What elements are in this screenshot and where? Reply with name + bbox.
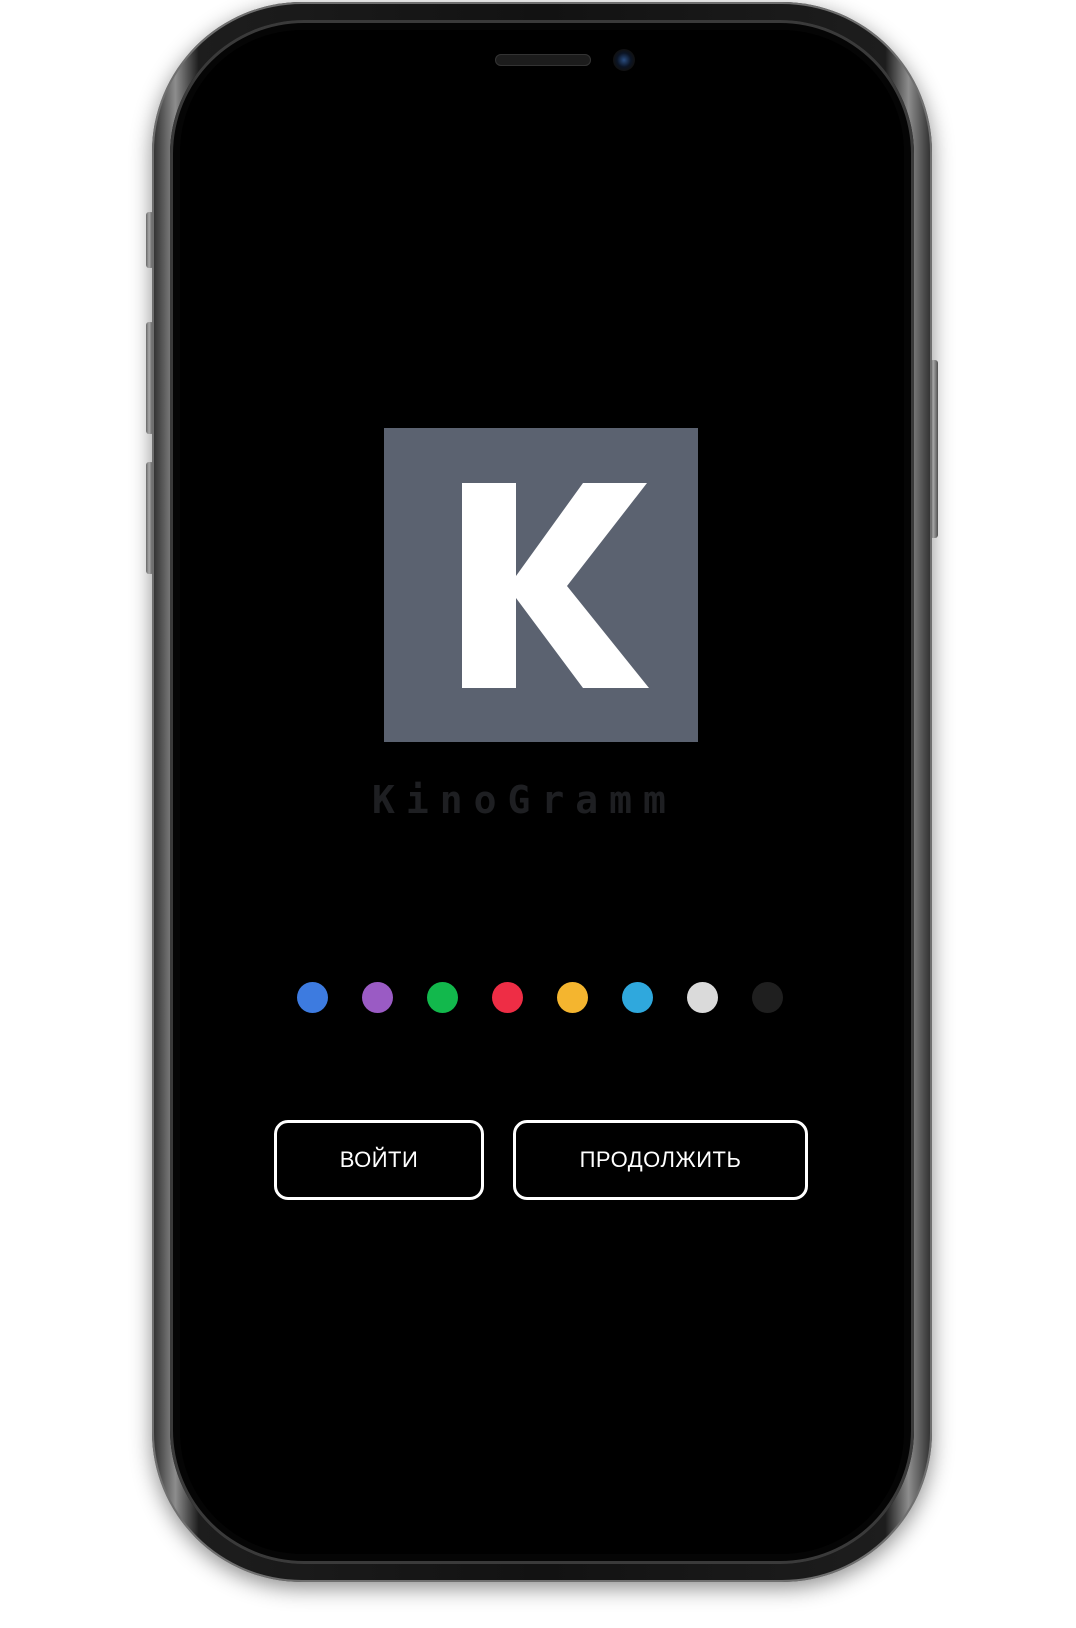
front-camera [613, 49, 635, 71]
speaker-grille [495, 54, 591, 66]
app-logo [384, 428, 698, 742]
theme-dot-dark-gray[interactable] [752, 982, 783, 1013]
theme-dot-purple[interactable] [362, 982, 393, 1013]
app-name: KinoGramm [372, 778, 677, 822]
theme-color-picker [297, 982, 797, 1014]
theme-dot-red[interactable] [492, 982, 523, 1013]
theme-dot-light-gray[interactable] [687, 982, 718, 1013]
phone-mockup: KinoGramm ВОЙТИ ПРОДОЛЖИТЬ [0, 0, 1076, 1628]
login-button[interactable]: ВОЙТИ [274, 1120, 484, 1200]
theme-dot-blue[interactable] [297, 982, 328, 1013]
logo-k-icon [462, 483, 649, 688]
continue-button[interactable]: ПРОДОЛЖИТЬ [513, 1120, 808, 1200]
theme-dot-cyan[interactable] [622, 982, 653, 1013]
theme-dot-yellow[interactable] [557, 982, 588, 1013]
theme-dot-green[interactable] [427, 982, 458, 1013]
